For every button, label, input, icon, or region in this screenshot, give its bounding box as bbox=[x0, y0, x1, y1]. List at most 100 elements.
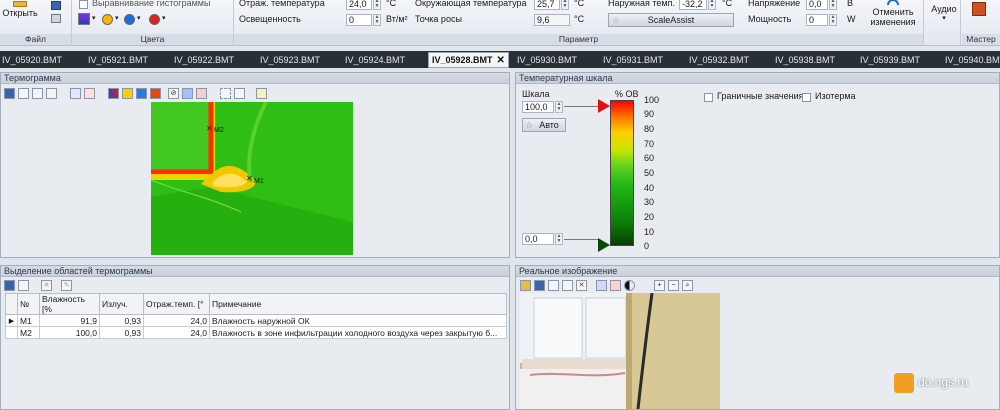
measure-icon[interactable] bbox=[182, 88, 193, 99]
grid-icon[interactable] bbox=[234, 88, 245, 99]
outside-temp-spinner[interactable]: ▲ ▼ bbox=[708, 0, 716, 10]
save-icon[interactable] bbox=[4, 280, 15, 291]
load-image-icon[interactable] bbox=[520, 280, 531, 291]
select-area-icon[interactable] bbox=[220, 88, 231, 99]
cell-refl-temp[interactable]: 24,0 bbox=[143, 314, 210, 327]
column-header[interactable]: Отраж.темп. [° bbox=[143, 293, 210, 315]
emissivity-field[interactable]: 0 bbox=[346, 14, 372, 26]
scaleassist-button[interactable]: ☆ ScaleAssist bbox=[608, 13, 734, 27]
tab-iv-05930[interactable]: IV_05930.BMT bbox=[517, 53, 577, 67]
save-icon[interactable] bbox=[51, 1, 61, 10]
chevron-down-icon[interactable]: ▾ bbox=[92, 14, 96, 22]
refl-temp-spinner[interactable]: ▲ ▼ bbox=[373, 0, 381, 10]
zoom-out-icon[interactable]: − bbox=[668, 280, 679, 291]
histogram-icon[interactable] bbox=[196, 88, 207, 99]
color-dot-red-icon[interactable] bbox=[149, 14, 160, 25]
copy-icon[interactable] bbox=[548, 280, 559, 291]
tab-iv-05931[interactable]: IV_05931.BMT bbox=[603, 53, 663, 67]
scale-min-arrow-icon[interactable] bbox=[598, 238, 610, 252]
scale-min-spinner[interactable]: ▲ ▼ bbox=[555, 233, 563, 245]
align-icon[interactable] bbox=[70, 88, 81, 99]
cell-emissivity[interactable]: 0,93 bbox=[99, 314, 144, 327]
delete-icon[interactable]: ✕ bbox=[576, 280, 587, 291]
undo-changes-button[interactable]: Отменить изменения bbox=[867, 0, 919, 33]
voltage-field[interactable]: 0,0 bbox=[806, 0, 828, 10]
blend-icon[interactable] bbox=[610, 280, 621, 291]
zoom-fit-icon[interactable]: ⌕ bbox=[682, 280, 693, 291]
cell-humidity[interactable]: 100,0 bbox=[39, 326, 100, 339]
tab-iv-05939[interactable]: IV_05939.BMT bbox=[860, 53, 920, 67]
ambient-temp-field[interactable]: 25,7 bbox=[534, 0, 560, 10]
table-row[interactable]: ▶ M1 91,9 0,93 24,0 Влажность наружной О… bbox=[5, 314, 507, 327]
isotherm-checkbox[interactable] bbox=[802, 93, 811, 102]
column-header[interactable]: № bbox=[17, 293, 40, 315]
copy-icon[interactable] bbox=[18, 280, 29, 291]
palette-bar-icon[interactable] bbox=[108, 88, 119, 99]
cell-refl-temp[interactable]: 24,0 bbox=[143, 326, 210, 339]
row-selector[interactable] bbox=[5, 326, 18, 339]
close-icon[interactable]: ✕ bbox=[497, 55, 505, 66]
limit-values-checkbox[interactable] bbox=[704, 93, 713, 102]
edit-icon[interactable]: ✎ bbox=[61, 280, 72, 291]
delete-icon[interactable]: ✕ bbox=[41, 280, 52, 291]
export-icon[interactable] bbox=[32, 88, 43, 99]
tab-iv-05921[interactable]: IV_05921.BMT bbox=[88, 53, 148, 67]
column-header[interactable]: Влажность [% bbox=[39, 293, 100, 315]
chevron-down-icon[interactable]: ▾ bbox=[162, 14, 166, 22]
tab-iv-05920[interactable]: IV_05920.BMT bbox=[2, 53, 62, 67]
audio-button[interactable]: Аудио ▾ bbox=[927, 4, 961, 24]
cell-emissivity[interactable]: 0,93 bbox=[99, 326, 144, 339]
zoom-in-icon[interactable]: + bbox=[654, 280, 665, 291]
ambient-temp-spinner[interactable]: ▲ ▼ bbox=[561, 0, 569, 10]
cell-note[interactable]: Влажность в зоне инфильтрации холодного … bbox=[209, 326, 507, 339]
tab-iv-05922[interactable]: IV_05922.BMT bbox=[174, 53, 234, 67]
scale-max-field[interactable]: 100,0 bbox=[522, 101, 554, 113]
power-field[interactable]: 0 bbox=[806, 14, 828, 26]
scale-max-spinner[interactable]: ▲ ▼ bbox=[555, 101, 563, 113]
coldspot-icon[interactable] bbox=[136, 88, 147, 99]
marker-icon[interactable] bbox=[150, 88, 161, 99]
report-icon[interactable] bbox=[256, 88, 267, 99]
tab-iv-05923[interactable]: IV_05923.BMT bbox=[260, 53, 320, 67]
row-selector-icon[interactable]: ▶ bbox=[5, 314, 18, 327]
refl-temp-field[interactable]: 24,0 bbox=[346, 0, 372, 10]
compare-icon[interactable] bbox=[84, 88, 95, 99]
marker-m1-cross-icon[interactable]: ✕ bbox=[246, 174, 253, 183]
marker-m2-cross-icon[interactable]: ✕ bbox=[206, 124, 213, 133]
overlay-icon[interactable] bbox=[596, 280, 607, 291]
save-icon[interactable] bbox=[534, 280, 545, 291]
column-header[interactable]: Излуч. bbox=[99, 293, 144, 315]
color-dot-blue-icon[interactable] bbox=[124, 14, 135, 25]
tab-iv-05932[interactable]: IV_05932.BMT bbox=[689, 53, 749, 67]
save-icon[interactable] bbox=[4, 88, 15, 99]
window-icon[interactable] bbox=[46, 88, 57, 99]
contrast-icon[interactable] bbox=[624, 280, 635, 291]
tab-iv-05938[interactable]: IV_05938.BMT bbox=[775, 53, 835, 67]
palette-icon[interactable] bbox=[78, 13, 90, 25]
block-icon[interactable]: ⊘ bbox=[168, 88, 179, 99]
auto-scale-button[interactable]: ☆ Авто bbox=[522, 118, 566, 132]
real-photo[interactable] bbox=[520, 293, 720, 409]
wizard-icon[interactable] bbox=[972, 2, 986, 16]
column-header[interactable]: Примечание bbox=[209, 293, 507, 315]
emissivity-spinner[interactable]: ▲ ▼ bbox=[373, 14, 381, 26]
tab-iv-05924[interactable]: IV_05924.BMT bbox=[345, 53, 405, 67]
voltage-spinner[interactable]: ▲ ▼ bbox=[829, 0, 837, 10]
lock-icon[interactable] bbox=[562, 280, 573, 291]
thermogram-image[interactable]: ✕ M2 ✕ M1 bbox=[151, 102, 353, 255]
histogram-checkbox[interactable] bbox=[79, 0, 88, 9]
cell-humidity[interactable]: 91,9 bbox=[39, 314, 100, 327]
scale-max-arrow-icon[interactable] bbox=[598, 99, 610, 113]
power-spinner[interactable]: ▲ ▼ bbox=[829, 14, 837, 26]
color-dot-yellow-icon[interactable] bbox=[102, 14, 113, 25]
scale-min-field[interactable]: 0,0 bbox=[522, 233, 554, 245]
print-icon[interactable] bbox=[51, 14, 61, 23]
tab-iv-05940[interactable]: IV_05940.BMT bbox=[945, 53, 1000, 67]
copy-icon[interactable] bbox=[18, 88, 29, 99]
tab-iv-05928[interactable]: IV_05928.BMT ✕ bbox=[428, 52, 509, 68]
open-button[interactable]: Открыть bbox=[2, 0, 38, 22]
cell-note[interactable]: Влажность наружной ОК bbox=[209, 314, 507, 327]
hotspot-icon[interactable] bbox=[122, 88, 133, 99]
outside-temp-field[interactable]: -32,2 bbox=[679, 0, 707, 10]
chevron-down-icon[interactable]: ▾ bbox=[115, 14, 119, 22]
